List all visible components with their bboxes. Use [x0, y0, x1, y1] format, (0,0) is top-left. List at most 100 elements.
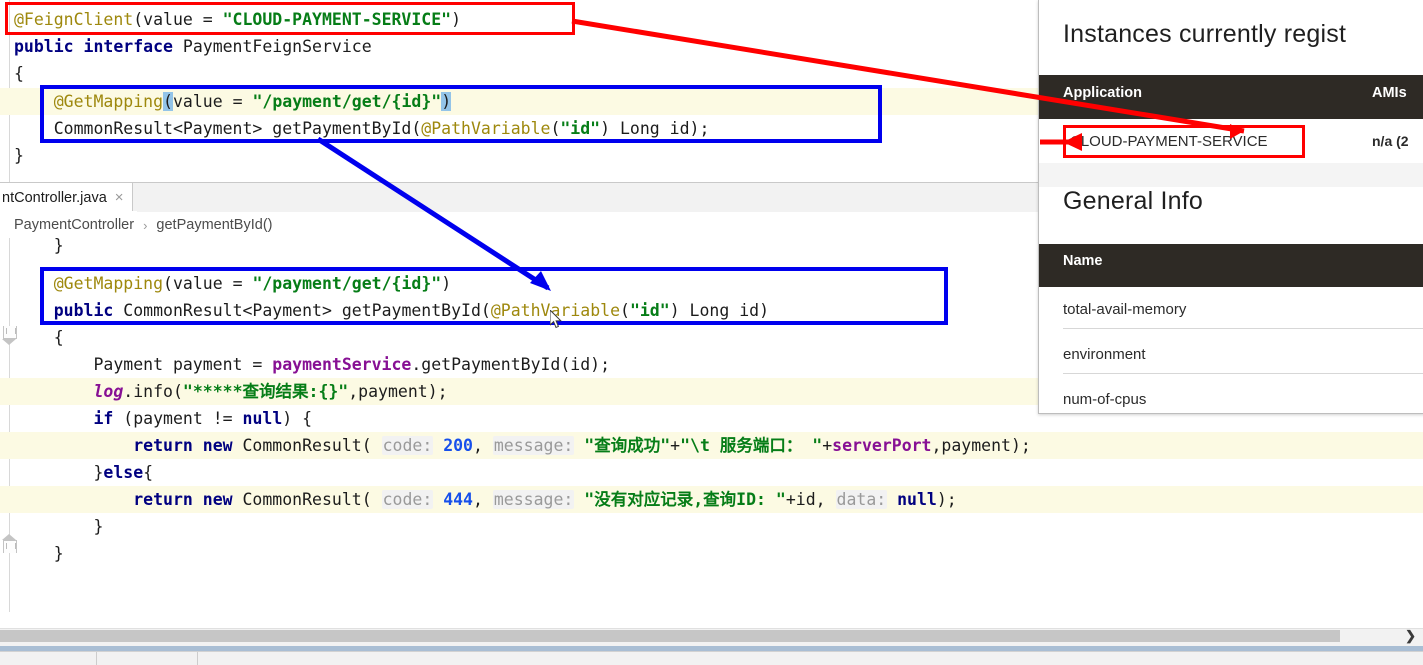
code-token: public interface	[14, 37, 183, 56]
code-line[interactable]: Payment payment = paymentService.getPaym…	[14, 351, 610, 378]
code-token: {	[14, 328, 64, 347]
code-token: );	[936, 490, 957, 509]
cell-amis: n/a (2	[1372, 133, 1409, 149]
code-line[interactable]: }	[14, 540, 64, 567]
code-token: +	[822, 436, 833, 455]
cell-name: total-avail-memory	[1063, 301, 1187, 318]
editor-gutter-line	[9, 238, 10, 612]
close-icon[interactable]: ×	[115, 190, 124, 205]
code-token: paymentService	[272, 355, 412, 374]
code-token: }	[14, 517, 104, 536]
breadcrumb-method[interactable]: getPaymentById()	[156, 217, 272, 233]
code-token: null	[897, 490, 937, 509]
code-token: return new	[133, 436, 243, 455]
code-line[interactable]: {	[14, 60, 24, 87]
row-divider	[1063, 328, 1423, 329]
code-token: }	[14, 544, 64, 563]
editor-bottom-padding	[0, 612, 1423, 628]
horizontal-scrollbar-thumb[interactable]	[0, 630, 1340, 642]
annotation-red-box-feignclient	[5, 2, 575, 35]
code-line[interactable]: return new CommonResult( code: 444, mess…	[14, 486, 957, 513]
code-token: +id,	[785, 490, 836, 509]
code-token: .getPaymentById(id);	[411, 355, 611, 374]
general-info-heading: General Info	[1063, 187, 1203, 215]
code-token: log	[93, 382, 124, 401]
code-token: 200	[443, 436, 473, 455]
tool-window-tab[interactable]	[96, 652, 198, 665]
tab-label: ntController.java	[2, 189, 107, 206]
code-token: PaymentFeignService	[182, 37, 372, 56]
tab-paymentcontroller-java[interactable]: ntController.java ×	[0, 183, 133, 212]
cell-name: environment	[1063, 346, 1146, 363]
code-token: ,payment);	[348, 382, 448, 401]
column-header-name: Name	[1063, 253, 1103, 269]
chevron-right-icon[interactable]: ❯	[1405, 629, 1416, 642]
column-header-application: Application	[1063, 85, 1142, 101]
code-token: ,payment);	[931, 436, 1031, 455]
table-row: total-avail-memory	[1063, 301, 1423, 318]
breadcrumb-class[interactable]: PaymentController	[14, 217, 134, 233]
code-token: "*****查询结果:{}"	[182, 382, 349, 401]
code-token: ,	[473, 490, 493, 509]
general-table-header: Name	[1039, 244, 1423, 287]
annotation-blue-box-feign-method	[40, 85, 882, 143]
code-line[interactable]: {	[14, 324, 64, 351]
annotation-blue-box-controller-method	[40, 267, 948, 325]
screenshot-root: @FeignClient(value = "CLOUD-PAYMENT-SERV…	[0, 0, 1423, 665]
code-token: null	[242, 409, 283, 428]
code-token: (payment !=	[123, 409, 243, 428]
code-token: "\t 服务端口： "	[680, 436, 823, 455]
code-token: 444	[443, 490, 473, 509]
tool-window-bar[interactable]	[0, 651, 1423, 665]
code-token: .info(	[123, 382, 183, 401]
table-row: environment	[1063, 346, 1423, 363]
mouse-cursor	[550, 310, 562, 329]
row-divider	[1063, 373, 1423, 374]
code-line[interactable]: }else{	[14, 459, 153, 486]
code-token: Payment payment =	[14, 355, 273, 374]
chevron-right-icon: ›	[143, 217, 148, 233]
code-token: }	[14, 463, 104, 482]
code-token: CommonResult(	[242, 490, 382, 509]
annotation-red-box-eureka-app	[1063, 125, 1305, 158]
code-token: else	[103, 463, 144, 482]
code-token: message:	[492, 490, 575, 509]
code-token: {	[143, 463, 154, 482]
code-line[interactable]: if (payment != null) {	[14, 405, 312, 432]
code-token: +	[670, 436, 681, 455]
code-line[interactable]: return new CommonResult( code: 200, mess…	[14, 432, 1031, 459]
code-token: code:	[381, 490, 434, 509]
code-token: CommonResult(	[242, 436, 382, 455]
column-header-amis: AMIs	[1372, 85, 1407, 101]
section-spacer	[1039, 163, 1423, 187]
code-line[interactable]: }	[14, 513, 103, 540]
code-token: ) {	[282, 409, 313, 428]
cell-name: num-of-cpus	[1063, 391, 1147, 408]
code-line[interactable]: }	[14, 142, 24, 169]
instances-heading: Instances currently regist	[1063, 20, 1347, 48]
code-token: return new	[133, 490, 243, 509]
code-line[interactable]: }	[14, 238, 64, 259]
code-token: {	[14, 64, 24, 83]
code-token: serverPort	[832, 436, 932, 455]
code-token: message:	[492, 436, 575, 455]
table-row: num-of-cpus	[1063, 391, 1423, 408]
code-line[interactable]: log.info("*****查询结果:{}",payment);	[14, 378, 448, 405]
code-token: if	[93, 409, 124, 428]
code-token: ,	[473, 436, 493, 455]
code-line[interactable]: public interface PaymentFeignService	[14, 33, 372, 60]
code-token: code:	[381, 436, 434, 455]
code-token: }	[14, 238, 64, 255]
eureka-dashboard-panel[interactable]: Instances currently regist Application A…	[1038, 0, 1423, 414]
instances-table-header: Application AMIs	[1039, 75, 1423, 119]
code-token: "没有对应记录,查询ID: "	[584, 490, 786, 509]
